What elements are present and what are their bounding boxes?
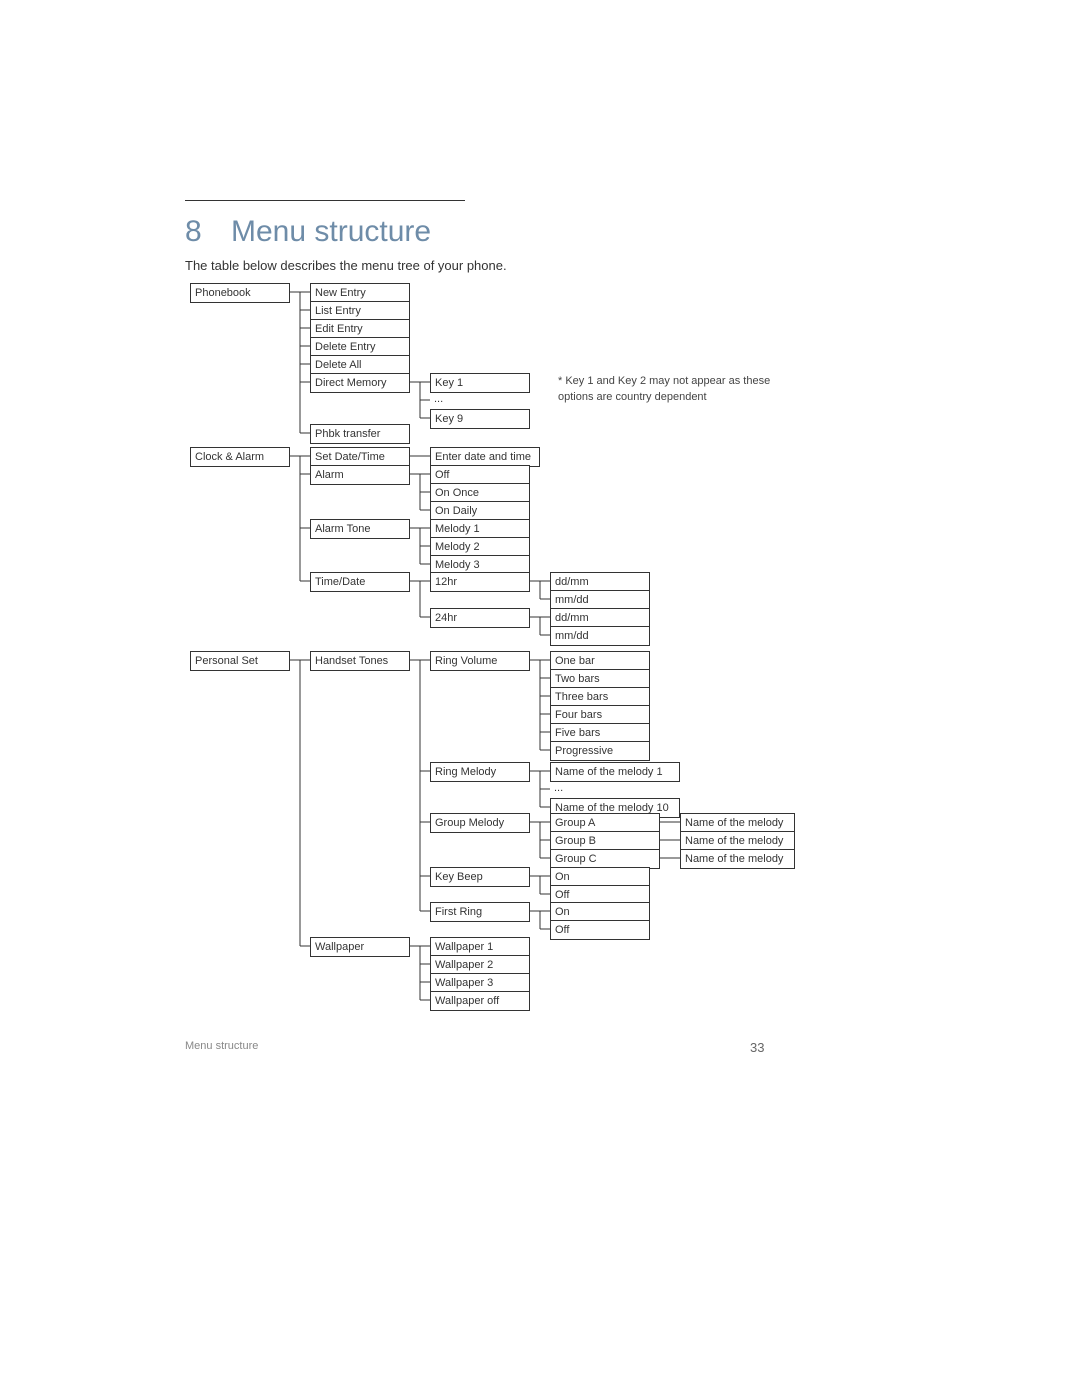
- clock-set-datetime: Set Date/Time: [310, 447, 410, 467]
- alarm-tone-m2: Melody 2: [430, 537, 530, 557]
- key-beep: Key Beep: [430, 867, 530, 887]
- phonebook-delete-all: Delete All: [310, 355, 410, 375]
- personal-wallpaper: Wallpaper: [310, 937, 410, 957]
- ring-melody: Ring Melody: [430, 762, 530, 782]
- ring-vol-prog: Progressive: [550, 741, 650, 761]
- phonebook-new-entry: New Entry: [310, 283, 410, 303]
- ring-vol-two: Two bars: [550, 669, 650, 689]
- alarm-off: Off: [430, 465, 530, 485]
- direct-memory-key1: Key 1: [430, 373, 530, 393]
- clock-alarm-tone: Alarm Tone: [310, 519, 410, 539]
- first-ring-on: On: [550, 902, 650, 922]
- direct-memory-ellipsis: ...: [434, 392, 443, 406]
- page-number: 33: [750, 1040, 764, 1055]
- phonebook-phbk-transfer: Phbk transfer: [310, 424, 410, 444]
- tree-connectors: [0, 0, 1080, 1397]
- key-beep-on: On: [550, 867, 650, 887]
- chapter-subtitle: The table below describes the menu tree …: [185, 258, 507, 273]
- header-rule: [185, 200, 465, 201]
- clock-alarm: Alarm: [310, 465, 410, 485]
- time-date-12hr: 12hr: [430, 572, 530, 592]
- menu-clock-alarm: Clock & Alarm: [190, 447, 290, 467]
- phonebook-delete-entry: Delete Entry: [310, 337, 410, 357]
- ring-vol-five: Five bars: [550, 723, 650, 743]
- phonebook-edit-entry: Edit Entry: [310, 319, 410, 339]
- group-a-value: Name of the melody: [680, 813, 795, 833]
- enter-date-time: Enter date and time: [430, 447, 540, 467]
- personal-handset-tones: Handset Tones: [310, 651, 410, 671]
- group-a: Group A: [550, 813, 660, 833]
- menu-phonebook: Phonebook: [190, 283, 290, 303]
- ring-volume: Ring Volume: [430, 651, 530, 671]
- clock-time-date: Time/Date: [310, 572, 410, 592]
- h24-ddmm: dd/mm: [550, 608, 650, 628]
- wallpaper-1: Wallpaper 1: [430, 937, 530, 957]
- alarm-tone-m1: Melody 1: [430, 519, 530, 539]
- wallpaper-3: Wallpaper 3: [430, 973, 530, 993]
- h12-mmdd: mm/dd: [550, 590, 650, 610]
- alarm-on-daily: On Daily: [430, 501, 530, 521]
- wallpaper-off: Wallpaper off: [430, 991, 530, 1011]
- footer-section: Menu structure: [185, 1040, 258, 1052]
- wallpaper-2: Wallpaper 2: [430, 955, 530, 975]
- phonebook-direct-memory: Direct Memory: [310, 373, 410, 393]
- h24-mmdd: mm/dd: [550, 626, 650, 646]
- ring-vol-one: One bar: [550, 651, 650, 671]
- h12-ddmm: dd/mm: [550, 572, 650, 592]
- ring-vol-four: Four bars: [550, 705, 650, 725]
- first-ring-off: Off: [550, 920, 650, 940]
- phonebook-list-entry: List Entry: [310, 301, 410, 321]
- ring-melody-n1: Name of the melody 1: [550, 762, 680, 782]
- footnote-keys: * Key 1 and Key 2 may not appear as thes…: [558, 373, 778, 405]
- first-ring: First Ring: [430, 902, 530, 922]
- group-melody: Group Melody: [430, 813, 530, 833]
- menu-personal-set: Personal Set: [190, 651, 290, 671]
- time-date-24hr: 24hr: [430, 608, 530, 628]
- alarm-on-once: On Once: [430, 483, 530, 503]
- group-b-value: Name of the melody: [680, 831, 795, 851]
- group-c-value: Name of the melody: [680, 849, 795, 869]
- direct-memory-key9: Key 9: [430, 409, 530, 429]
- ring-melody-ellipsis: ...: [554, 781, 563, 795]
- chapter-title: Menu structure: [231, 215, 431, 249]
- group-c: Group C: [550, 849, 660, 869]
- ring-vol-three: Three bars: [550, 687, 650, 707]
- document-page: 8 Menu structure The table below describ…: [0, 0, 1080, 1397]
- group-b: Group B: [550, 831, 660, 851]
- chapter-number: 8: [185, 215, 202, 249]
